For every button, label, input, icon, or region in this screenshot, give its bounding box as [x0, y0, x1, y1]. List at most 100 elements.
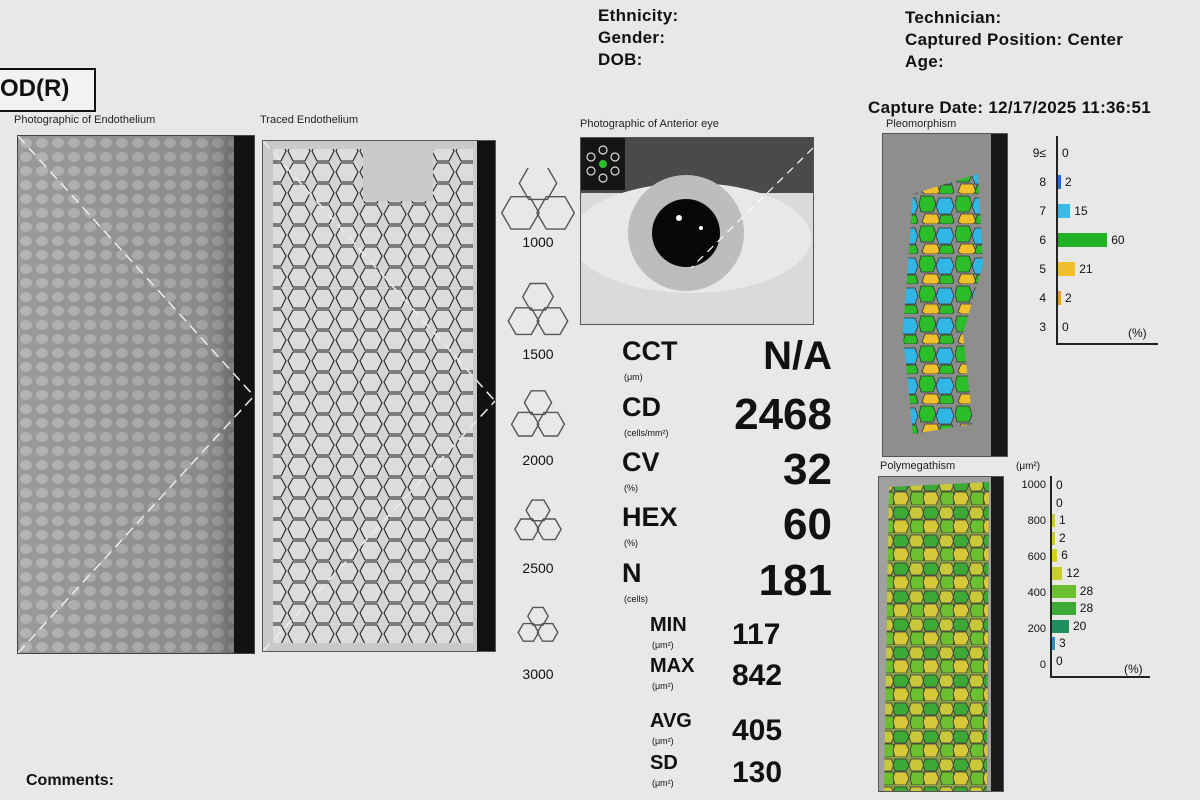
endothelium-photo[interactable]: [17, 135, 255, 654]
pleomorphism-category: 3: [1039, 320, 1046, 334]
metric-value-cd: 2468: [734, 390, 832, 439]
pleomorphism-value: 2: [1065, 291, 1072, 305]
caption-pleomorphism: Pleomorphism: [886, 118, 957, 130]
pleomorphism-bar: [1058, 233, 1108, 247]
polymegathism-cell-map: [879, 477, 1003, 791]
density-scale-label: 2500: [522, 560, 554, 576]
submetric-label-max: MAX: [650, 655, 695, 677]
metric-label-n: N: [622, 558, 642, 588]
polymegathism-tick: 200: [1027, 623, 1046, 635]
eye-side-label: OD(R): [0, 75, 70, 102]
metric-value-hex: 60: [783, 500, 832, 549]
submetric-unit: (μm²): [652, 681, 674, 691]
metric-unit: (μm): [624, 372, 643, 382]
age-label: Age:: [905, 52, 944, 71]
ethnicity-label: Ethnicity:: [598, 6, 679, 25]
caption-anterior-eye: Photographic of Anterior eye: [580, 118, 719, 130]
density-hex-icon: [500, 168, 576, 230]
polymegathism-value: 6: [1061, 548, 1068, 563]
polymegathism-value: 0: [1056, 654, 1063, 668]
pleomorphism-value: 0: [1062, 146, 1069, 160]
polymegathism-bar: [1052, 602, 1076, 616]
capture-date: Capture Date: 12/17/2025 11:36:51: [868, 98, 1152, 117]
polymegathism-value: 28: [1079, 583, 1094, 598]
polymegathism-tick: 1000: [1021, 479, 1046, 491]
pleomorphism-category: 4: [1039, 291, 1046, 305]
pleomorphism-category: 8: [1039, 175, 1046, 189]
polymegathism-value: 3: [1059, 636, 1066, 651]
density-hex-icon: [514, 499, 562, 541]
comments-label: Comments:: [26, 772, 115, 789]
pleomorphism-category: 6: [1039, 233, 1046, 247]
caption-traced-endothelium: Traced Endothelium: [260, 114, 359, 126]
polymegathism-value: 2: [1059, 530, 1066, 545]
polymegathism-bar: [1052, 549, 1058, 563]
polymegathism-value: 0: [1056, 495, 1063, 510]
pleomorphism-unit: (%): [1128, 326, 1147, 340]
polymegathism-bar: [1052, 514, 1055, 528]
density-hex-icon: [510, 390, 566, 437]
dob-label: DOB:: [598, 50, 643, 69]
submetric-label-min: MIN: [650, 614, 687, 636]
pleomorphism-cell-map: [883, 134, 1007, 456]
pleomorphism-category: 9≤: [1032, 146, 1046, 160]
pleomorphism-bar: [1058, 262, 1076, 276]
traced-endothelium-image[interactable]: [262, 140, 496, 652]
anterior-eye-image: [581, 138, 813, 324]
pleomorphism-map[interactable]: [882, 133, 1008, 457]
submetric-label-avg: AVG: [650, 710, 692, 732]
polymegathism-value: 0: [1056, 478, 1063, 492]
polymegathism-value: 20: [1073, 618, 1087, 633]
submetric-unit: (μm²): [652, 736, 674, 746]
pleomorphism-bar: [1058, 204, 1071, 218]
submetric-value-avg: 405: [732, 714, 783, 747]
caption-photo-endothelium: Photographic of Endothelium: [14, 114, 156, 126]
polymegathism-value: 12: [1066, 566, 1080, 580]
captured-position: Captured Position: Center: [905, 30, 1124, 49]
polymegathism-axis-unit: (μm²): [1016, 461, 1041, 472]
pleomorphism-category: 5: [1039, 262, 1046, 276]
pleomorphism-value: 0: [1062, 320, 1069, 334]
polymegathism-unit: (%): [1124, 662, 1143, 676]
density-hex-icon: [517, 606, 559, 642]
pleomorphism-baseline: [1056, 343, 1158, 345]
density-scale-label: 2000: [522, 452, 554, 468]
polymegathism-bar: [1052, 619, 1069, 633]
pleomorphism-value: 15: [1074, 204, 1088, 218]
polymegathism-value: 1: [1059, 513, 1066, 528]
metric-label-cv: CV: [622, 447, 660, 477]
pleomorphism-value: 2: [1065, 175, 1072, 189]
pleomorphism-category: 7: [1039, 204, 1046, 218]
submetric-value-min: 117: [732, 618, 781, 651]
metric-label-cd: CD: [622, 392, 661, 422]
metric-unit: (cells/mm²): [624, 428, 669, 438]
density-scale-label: 1500: [522, 346, 554, 362]
metric-unit: (%): [624, 538, 638, 548]
metric-unit: (cells): [624, 594, 648, 604]
polymegathism-bar: [1052, 584, 1076, 598]
technician-label: Technician:: [905, 8, 1002, 27]
polymegathism-tick: 0: [1039, 659, 1046, 671]
traced-cell-grid: [263, 141, 495, 651]
gender-label: Gender:: [598, 28, 666, 47]
metric-value-n: 181: [758, 556, 832, 605]
polymegathism-map[interactable]: [878, 476, 1004, 792]
eye-side-badge: OD(R): [0, 68, 96, 112]
pleomorphism-value: 21: [1079, 262, 1093, 276]
polymegathism-tick: 800: [1027, 515, 1046, 527]
polymegathism-baseline: [1050, 676, 1150, 678]
pleomorphism-value: 60: [1111, 233, 1125, 247]
density-hex-icon: [507, 282, 569, 336]
pleomorphism-bar: [1058, 291, 1061, 305]
polymegathism-bar: [1052, 637, 1055, 651]
anterior-eye-photo[interactable]: [580, 137, 814, 325]
metric-value-cct: N/A: [763, 334, 832, 378]
caption-polymegathism: Polymegathism: [880, 460, 956, 472]
polymegathism-tick: 400: [1027, 587, 1046, 599]
metric-label-hex: HEX: [622, 502, 678, 532]
metric-label-cct: CCT: [622, 336, 678, 366]
metric-value-cv: 32: [783, 445, 832, 494]
density-scale-label: 1000: [522, 234, 554, 250]
polymegathism-bar: [1052, 567, 1063, 580]
metric-unit: (%): [624, 483, 638, 493]
